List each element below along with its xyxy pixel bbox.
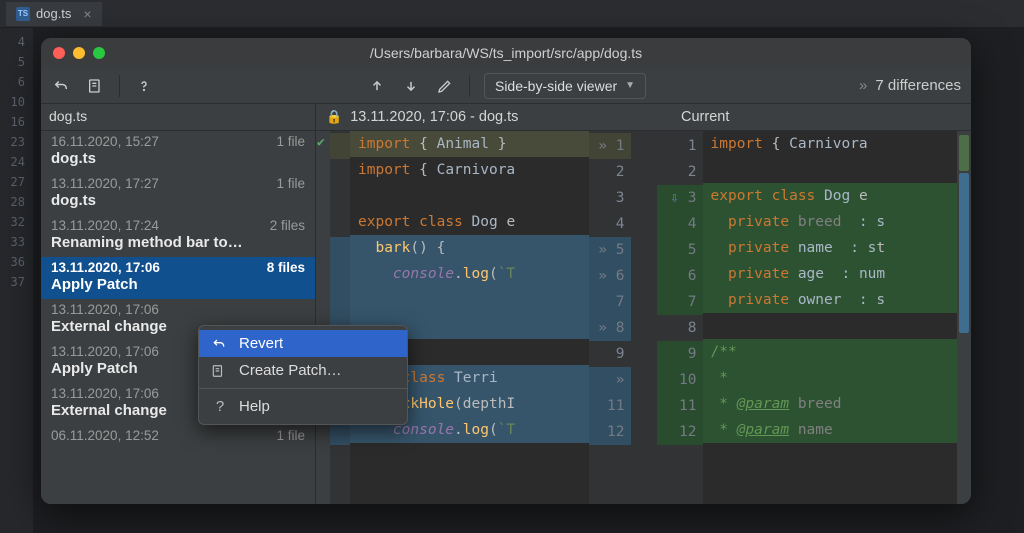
diff-left-pane[interactable]: import { Animal }import { Carnivoraexpor… — [330, 131, 631, 504]
dialog-titlebar[interactable]: /Users/barbara/WS/ts_import/src/app/dog.… — [41, 38, 971, 68]
context-menu: Revert Create Patch… ? Help — [198, 325, 408, 425]
history-item[interactable]: 16.11.2020, 15:271 filedog.ts — [41, 131, 315, 173]
dialog-title: /Users/barbara/WS/ts_import/src/app/dog.… — [41, 45, 971, 61]
tab-filename: dog.ts — [36, 6, 71, 21]
minimize-window-icon[interactable] — [73, 47, 85, 59]
next-diff-icon[interactable] — [401, 76, 421, 96]
chevron-down-icon: ▼ — [625, 80, 635, 91]
right-scroll-markers — [957, 131, 971, 504]
help-icon[interactable] — [134, 76, 154, 96]
diff-count: » 7 differences — [859, 77, 961, 94]
viewer-mode-select[interactable]: Side-by-side viewer ▼ — [484, 73, 646, 99]
local-history-dialog: /Users/barbara/WS/ts_import/src/app/dog.… — [41, 38, 971, 504]
viewer-mode-label: Side-by-side viewer — [495, 78, 617, 94]
ts-file-icon: TS — [16, 7, 30, 21]
history-item[interactable]: 13.11.2020, 17:271 filedog.ts — [41, 173, 315, 215]
window-controls — [53, 47, 105, 59]
dialog-toolbar: Side-by-side viewer ▼ » 7 differences — [41, 68, 971, 104]
diff-right-header: Current — [671, 104, 971, 130]
revert-icon — [211, 336, 229, 352]
history-item[interactable]: 06.11.2020, 12:521 file — [41, 425, 315, 449]
help-icon: ? — [211, 398, 229, 415]
checkmark-icon: ✔ — [316, 131, 330, 154]
chevron-icon: » — [859, 77, 867, 94]
edit-icon[interactable] — [435, 76, 455, 96]
history-header: dog.ts — [41, 104, 315, 131]
editor-tab[interactable]: TS dog.ts × — [6, 2, 102, 26]
history-item[interactable]: 13.11.2020, 17:068 filesApply Patch — [41, 257, 315, 299]
close-icon[interactable]: × — [83, 6, 91, 22]
diff-viewer: 🔒 13.11.2020, 17:06 - dog.ts Current ✔ — [316, 104, 971, 504]
history-sidebar: dog.ts 16.11.2020, 15:271 filedog.ts13.1… — [41, 104, 316, 504]
diff-left-header: 🔒 13.11.2020, 17:06 - dog.ts — [316, 104, 671, 130]
maximize-window-icon[interactable] — [93, 47, 105, 59]
prev-diff-icon[interactable] — [367, 76, 387, 96]
history-item[interactable]: 13.11.2020, 17:242 filesRenaming method … — [41, 215, 315, 257]
context-create-patch[interactable]: Create Patch… — [199, 357, 407, 384]
editor-tab-bar: TS dog.ts × — [0, 0, 1024, 28]
close-window-icon[interactable] — [53, 47, 65, 59]
lock-icon: 🔒 — [326, 109, 342, 125]
diff-right-pane[interactable]: 12⇩ 3456789101112 import { Carnivoraexpo… — [657, 131, 958, 504]
left-marker-strip: ✔ — [316, 131, 330, 504]
diff-connector — [631, 131, 657, 504]
patch-icon — [211, 364, 229, 378]
editor-gutter: 45610162324272832333637 — [0, 28, 34, 533]
create-patch-icon[interactable] — [85, 76, 105, 96]
context-help[interactable]: ? Help — [199, 393, 407, 420]
revert-icon[interactable] — [51, 76, 71, 96]
context-revert[interactable]: Revert — [199, 330, 407, 357]
